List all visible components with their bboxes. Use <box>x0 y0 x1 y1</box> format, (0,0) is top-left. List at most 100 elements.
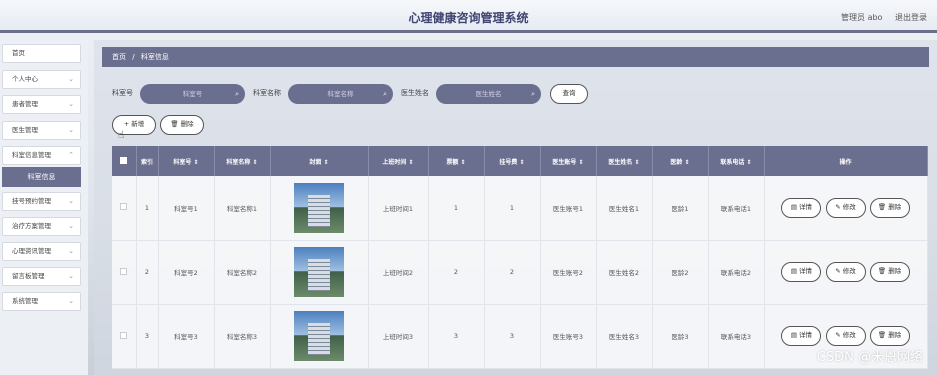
cell-cover <box>270 240 369 305</box>
doc-icon: ▤ <box>790 331 800 339</box>
doctor-name-placeholder: 医生姓名 <box>475 90 502 98</box>
cell-index: 1 <box>136 176 159 241</box>
cell-fee: 2 <box>484 240 541 305</box>
sort-icon: ⇕ <box>323 158 329 166</box>
table-header-row: 索引 科室号 ⇕ 科室名称 ⇕ 封面 ⇕ 上班时间 ⇕ 票额 ⇕ 挂号费 ⇕ 医… <box>112 146 928 176</box>
watermark: CSDN @米恩网络 <box>816 350 923 365</box>
detail-button[interactable]: ▤ 详情 <box>781 326 822 346</box>
sidebar-item-label: 挂号预约管理 <box>12 197 51 205</box>
breadcrumb-current: 科室信息 <box>140 53 169 61</box>
cell-dept-name: 科室名称2 <box>214 240 271 305</box>
edit-button[interactable]: ✎ 修改 <box>825 197 866 218</box>
sidebar-item-personal-center[interactable]: 个人中心 ⌄ <box>2 70 81 89</box>
dept-name-input[interactable]: 科室名称 ⌕ <box>288 84 393 104</box>
cell-doctor-age: 医龄2 <box>652 240 709 305</box>
dept-name-placeholder: 科室名称 <box>327 90 354 98</box>
row-checkbox[interactable] <box>120 331 128 339</box>
detail-label: 详情 <box>799 331 813 339</box>
delete-button[interactable]: 🗑 删除 <box>869 197 910 218</box>
sidebar-item-messages[interactable]: 留言板管理 ⌄ <box>2 267 81 286</box>
cell-dept-no: 科室号1 <box>158 176 215 241</box>
col-doctor-age[interactable]: 医龄 ⇕ <box>652 146 709 176</box>
edit-button[interactable]: ✎ 修改 <box>825 262 866 282</box>
cell-phone: 联系电话3 <box>708 304 765 369</box>
sidebar-item-treatment[interactable]: 治疗方案管理 ⌄ <box>2 217 81 236</box>
trash-icon: 🗑 <box>877 331 889 339</box>
sidebar-item-registration[interactable]: 挂号预约管理 ⌄ <box>2 192 81 211</box>
sort-icon: ⇕ <box>634 158 640 166</box>
col-label: 封面 <box>309 158 322 166</box>
sidebar-item-system[interactable]: 系统管理 ⌄ <box>2 292 81 311</box>
logout-link[interactable]: 退出登录 <box>895 13 927 22</box>
dept-no-input[interactable]: 科室号 ⌕ <box>140 84 245 104</box>
cover-image <box>294 247 344 297</box>
cell-doctor-account: 医生账号3 <box>540 304 597 369</box>
col-label: 医生账号 <box>552 158 577 166</box>
sidebar-item-doctors[interactable]: 医生管理 ⌄ <box>2 121 81 140</box>
edit-icon: ✎ <box>835 202 843 211</box>
detail-button[interactable]: ▤ 详情 <box>781 197 822 218</box>
cell-quota: 2 <box>428 240 485 305</box>
current-user: 管理员 abo <box>841 13 883 22</box>
edit-label: 修改 <box>842 202 856 211</box>
query-button[interactable]: 查询 <box>550 84 588 104</box>
app-title: 心理健康咨询管理系统 <box>408 11 529 25</box>
cell-fee: 3 <box>484 304 541 369</box>
col-dept-no[interactable]: 科室号 ⇕ <box>158 146 215 176</box>
detail-label: 详情 <box>799 267 813 275</box>
sidebar-subitem-dept-info[interactable]: 科室信息 <box>2 167 81 187</box>
cell-dept-name: 科室名称3 <box>214 304 271 369</box>
chevron-up-icon: ⌃ <box>68 151 74 159</box>
bulk-delete-label: 删除 <box>180 120 194 128</box>
breadcrumb-home[interactable]: 首页 <box>112 53 126 61</box>
col-dept-name[interactable]: 科室名称 ⇕ <box>214 146 271 176</box>
doc-icon: ▤ <box>790 202 800 211</box>
header-user-area: 管理员 abo 退出登录 <box>831 12 927 23</box>
sidebar-item-home[interactable]: 首页 <box>2 44 81 63</box>
select-all-checkbox[interactable] <box>120 156 128 164</box>
col-fee[interactable]: 挂号费 ⇕ <box>484 146 541 176</box>
cell-doctor-age: 医龄1 <box>652 176 709 241</box>
sidebar-item-patients[interactable]: 患者管理 ⌄ <box>2 95 81 114</box>
cell-doctor-name: 医生姓名1 <box>596 176 653 241</box>
delete-button[interactable]: 🗑 删除 <box>869 262 910 282</box>
col-label: 科室名称 <box>226 158 251 166</box>
sidebar-item-label: 首页 <box>12 49 25 57</box>
col-quota[interactable]: 票额 ⇕ <box>428 146 485 176</box>
col-doctor-account[interactable]: 医生账号 ⇕ <box>540 146 597 176</box>
chevron-down-icon: ⌄ <box>68 75 74 83</box>
edit-button[interactable]: ✎ 修改 <box>825 326 866 346</box>
cell-actions: ▤ 详情 ✎ 修改 🗑 删除 <box>764 176 928 241</box>
doctor-name-label: 医生姓名 <box>401 89 429 97</box>
col-label: 上班时间 <box>382 158 407 166</box>
cell-cover <box>270 176 369 241</box>
col-label: 票额 <box>446 158 459 166</box>
col-label: 联系电话 <box>720 158 745 166</box>
cell-quota: 3 <box>428 304 485 369</box>
cell-doctor-account: 医生账号1 <box>540 176 597 241</box>
sidebar-item-label: 留言板管理 <box>12 272 45 280</box>
sidebar-item-news[interactable]: 心理资讯管理 ⌄ <box>2 242 81 261</box>
doctor-name-input[interactable]: 医生姓名 ⌕ <box>436 84 541 104</box>
dept-no-label: 科室号 <box>112 89 133 97</box>
cover-image <box>294 311 344 361</box>
chevron-down-icon: ⌄ <box>68 272 74 280</box>
sort-icon: ⇕ <box>408 158 414 166</box>
breadcrumb: 首页 / 科室信息 <box>102 47 929 67</box>
sidebar-item-label: 系统管理 <box>12 297 38 305</box>
col-doctor-name[interactable]: 医生姓名 ⇕ <box>596 146 653 176</box>
col-work-time[interactable]: 上班时间 ⇕ <box>368 146 429 176</box>
cell-doctor-name: 医生姓名3 <box>596 304 653 369</box>
sort-icon: ⇕ <box>578 158 584 166</box>
cover-image <box>294 182 344 233</box>
bulk-delete-button[interactable]: 🗑 删除 <box>160 115 204 135</box>
delete-button[interactable]: 🗑 删除 <box>869 326 910 346</box>
col-cover[interactable]: 封面 ⇕ <box>270 146 369 176</box>
detail-button[interactable]: ▤ 详情 <box>781 262 822 282</box>
sidebar-item-dept-info[interactable]: 科室信息管理 ⌃ <box>2 146 81 165</box>
row-checkbox[interactable] <box>120 203 128 211</box>
col-phone[interactable]: 联系电话 ⇕ <box>708 146 765 176</box>
row-checkbox[interactable] <box>120 267 128 275</box>
chevron-down-icon: ⌄ <box>68 197 74 205</box>
sidebar-item-label: 科室信息管理 <box>12 151 51 159</box>
